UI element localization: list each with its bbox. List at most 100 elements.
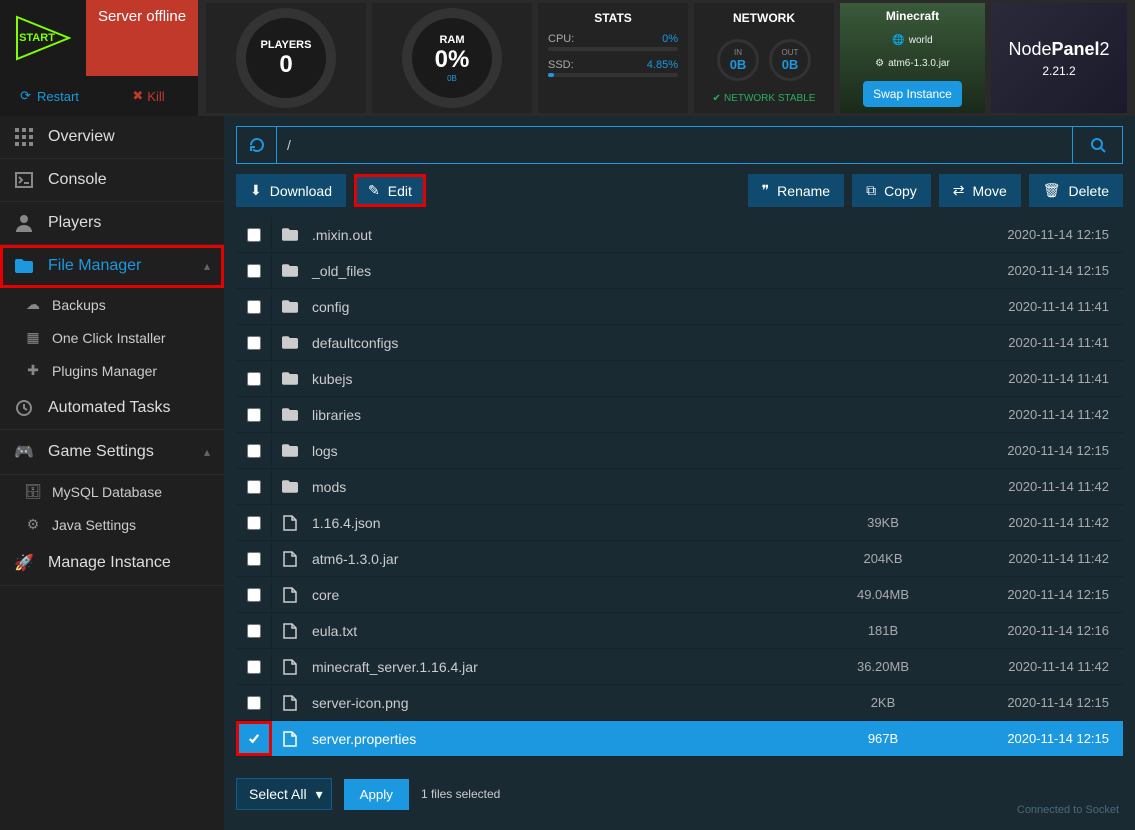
file-checkbox[interactable]: [247, 228, 261, 242]
file-checkbox[interactable]: [247, 336, 261, 350]
move-button[interactable]: ⇄Move: [939, 174, 1021, 207]
file-checkbox[interactable]: [247, 300, 261, 314]
file-size: 36.20MB: [813, 659, 953, 674]
file-checkbox[interactable]: [247, 624, 261, 638]
sidebar-item-file-manager[interactable]: File Manager ▴: [0, 245, 224, 288]
file-row[interactable]: config2020-11-14 11:41: [236, 289, 1123, 325]
sidebar-item-overview[interactable]: Overview: [0, 116, 224, 159]
file-checkbox[interactable]: [247, 660, 261, 674]
folder-icon: [272, 444, 308, 457]
file-row[interactable]: defaultconfigs2020-11-14 11:41: [236, 325, 1123, 361]
sidebar-item-automated-tasks[interactable]: Automated Tasks: [0, 387, 224, 430]
file-row[interactable]: .mixin.out2020-11-14 12:15: [236, 217, 1123, 253]
sidebar-item-label: Automated Tasks: [48, 399, 170, 417]
file-checkbox[interactable]: [247, 444, 261, 458]
file-checkbox[interactable]: [247, 516, 261, 530]
file-checkbox-wrap: [236, 721, 272, 756]
refresh-button[interactable]: [237, 127, 277, 163]
delete-label: Delete: [1069, 183, 1109, 199]
select-all-dropdown[interactable]: Select All: [236, 778, 332, 810]
file-name: defaultconfigs: [308, 335, 813, 351]
file-checkbox[interactable]: [247, 552, 261, 566]
file-row[interactable]: minecraft_server.1.16.4.jar36.20MB2020-1…: [236, 649, 1123, 685]
file-checkbox[interactable]: [247, 732, 261, 746]
rocket-icon: 🚀: [14, 553, 34, 573]
folder-icon: [272, 408, 308, 421]
edit-icon: ✎: [368, 182, 380, 199]
file-name: server.properties: [308, 731, 813, 747]
file-checkbox[interactable]: [247, 264, 261, 278]
file-row[interactable]: kubejs2020-11-14 11:41: [236, 361, 1123, 397]
grid-icon: ▦: [24, 329, 42, 346]
sidebar-sub-one-click[interactable]: ▦ One Click Installer: [0, 321, 224, 354]
file-checkbox[interactable]: [247, 408, 261, 422]
network-panel: NETWORK IN0B OUT0B ✔NETWORK STABLE: [694, 3, 834, 113]
path-bar: [236, 126, 1123, 164]
path-input[interactable]: [287, 137, 1062, 153]
swap-instance-button[interactable]: Swap Instance: [863, 81, 962, 107]
file-checkbox-wrap: [236, 541, 272, 576]
trash-icon: 🗑: [1043, 182, 1061, 199]
file-checkbox-wrap: [236, 685, 272, 720]
ram-title: RAM: [439, 34, 464, 46]
file-row[interactable]: eula.txt181B2020-11-14 12:16: [236, 613, 1123, 649]
file-row[interactable]: logs2020-11-14 12:15: [236, 433, 1123, 469]
network-out-value: 0B: [782, 57, 799, 72]
kill-button[interactable]: ✖ Kill: [99, 76, 198, 116]
file-size: 49.04MB: [813, 587, 953, 602]
copy-button[interactable]: ⧉ Copy: [852, 174, 931, 207]
kill-icon: ✖: [132, 88, 143, 104]
sidebar-item-players[interactable]: Players: [0, 202, 224, 245]
start-label: START: [19, 32, 55, 44]
file-checkbox-wrap: [236, 433, 272, 468]
file-row[interactable]: libraries2020-11-14 11:42: [236, 397, 1123, 433]
user-icon: [14, 214, 34, 232]
file-row[interactable]: atm6-1.3.0.jar204KB2020-11-14 11:42: [236, 541, 1123, 577]
file-icon: [272, 731, 308, 747]
file-checkbox[interactable]: [247, 588, 261, 602]
apply-button[interactable]: Apply: [344, 779, 409, 810]
file-checkbox[interactable]: [247, 696, 261, 710]
copy-icon: ⧉: [866, 182, 876, 199]
file-date: 2020-11-14 11:41: [953, 299, 1123, 314]
sidebar-item-game-settings[interactable]: 🎮 Game Settings ▴: [0, 430, 224, 475]
file-row[interactable]: 1.16.4.json39KB2020-11-14 11:42: [236, 505, 1123, 541]
file-checkbox[interactable]: [247, 372, 261, 386]
grid-icon: [14, 128, 34, 146]
cpu-value: 0%: [662, 33, 678, 45]
file-checkbox[interactable]: [247, 480, 261, 494]
search-button[interactable]: [1072, 127, 1122, 163]
file-date: 2020-11-14 12:15: [953, 587, 1123, 602]
restart-button[interactable]: ⟳ Restart: [0, 76, 99, 116]
file-row[interactable]: server.properties967B2020-11-14 12:15: [236, 721, 1123, 757]
sidebar-item-manage-instance[interactable]: 🚀 Manage Instance: [0, 541, 224, 586]
players-value: 0: [279, 53, 292, 77]
sidebar-item-console[interactable]: Console: [0, 159, 224, 202]
restart-label: Restart: [37, 89, 79, 104]
delete-button[interactable]: 🗑 Delete: [1029, 174, 1123, 207]
file-icon: [272, 695, 308, 711]
file-row[interactable]: server-icon.png2KB2020-11-14 12:15: [236, 685, 1123, 721]
bottom-bar: Select All Apply 1 files selected: [236, 764, 1123, 810]
sidebar-sub-mysql[interactable]: 🗄 MySQL Database: [0, 475, 224, 508]
sidebar-sub-plugins[interactable]: ✚ Plugins Manager: [0, 354, 224, 387]
download-button[interactable]: ⬇Download: [236, 174, 346, 207]
chevron-up-icon: ▴: [204, 445, 210, 459]
minecraft-title: Minecraft: [886, 9, 939, 23]
copy-label: Copy: [884, 183, 917, 199]
file-row[interactable]: _old_files2020-11-14 12:15: [236, 253, 1123, 289]
file-checkbox-wrap: [236, 577, 272, 612]
sidebar-sub-java[interactable]: ⚙ Java Settings: [0, 508, 224, 541]
sidebar-sub-backups[interactable]: ☁ Backups: [0, 288, 224, 321]
folder-icon: [272, 228, 308, 241]
file-row[interactable]: core49.04MB2020-11-14 12:15: [236, 577, 1123, 613]
edit-button[interactable]: ✎Edit: [354, 174, 426, 207]
ram-value: 0%: [435, 48, 470, 72]
socket-status: Connected to Socket: [1017, 804, 1119, 816]
file-icon: [272, 515, 308, 531]
file-icon: [272, 587, 308, 603]
rename-button[interactable]: ❞Rename: [748, 174, 844, 207]
start-button[interactable]: START: [0, 0, 86, 76]
file-name: .mixin.out: [308, 227, 813, 243]
file-row[interactable]: mods2020-11-14 11:42: [236, 469, 1123, 505]
